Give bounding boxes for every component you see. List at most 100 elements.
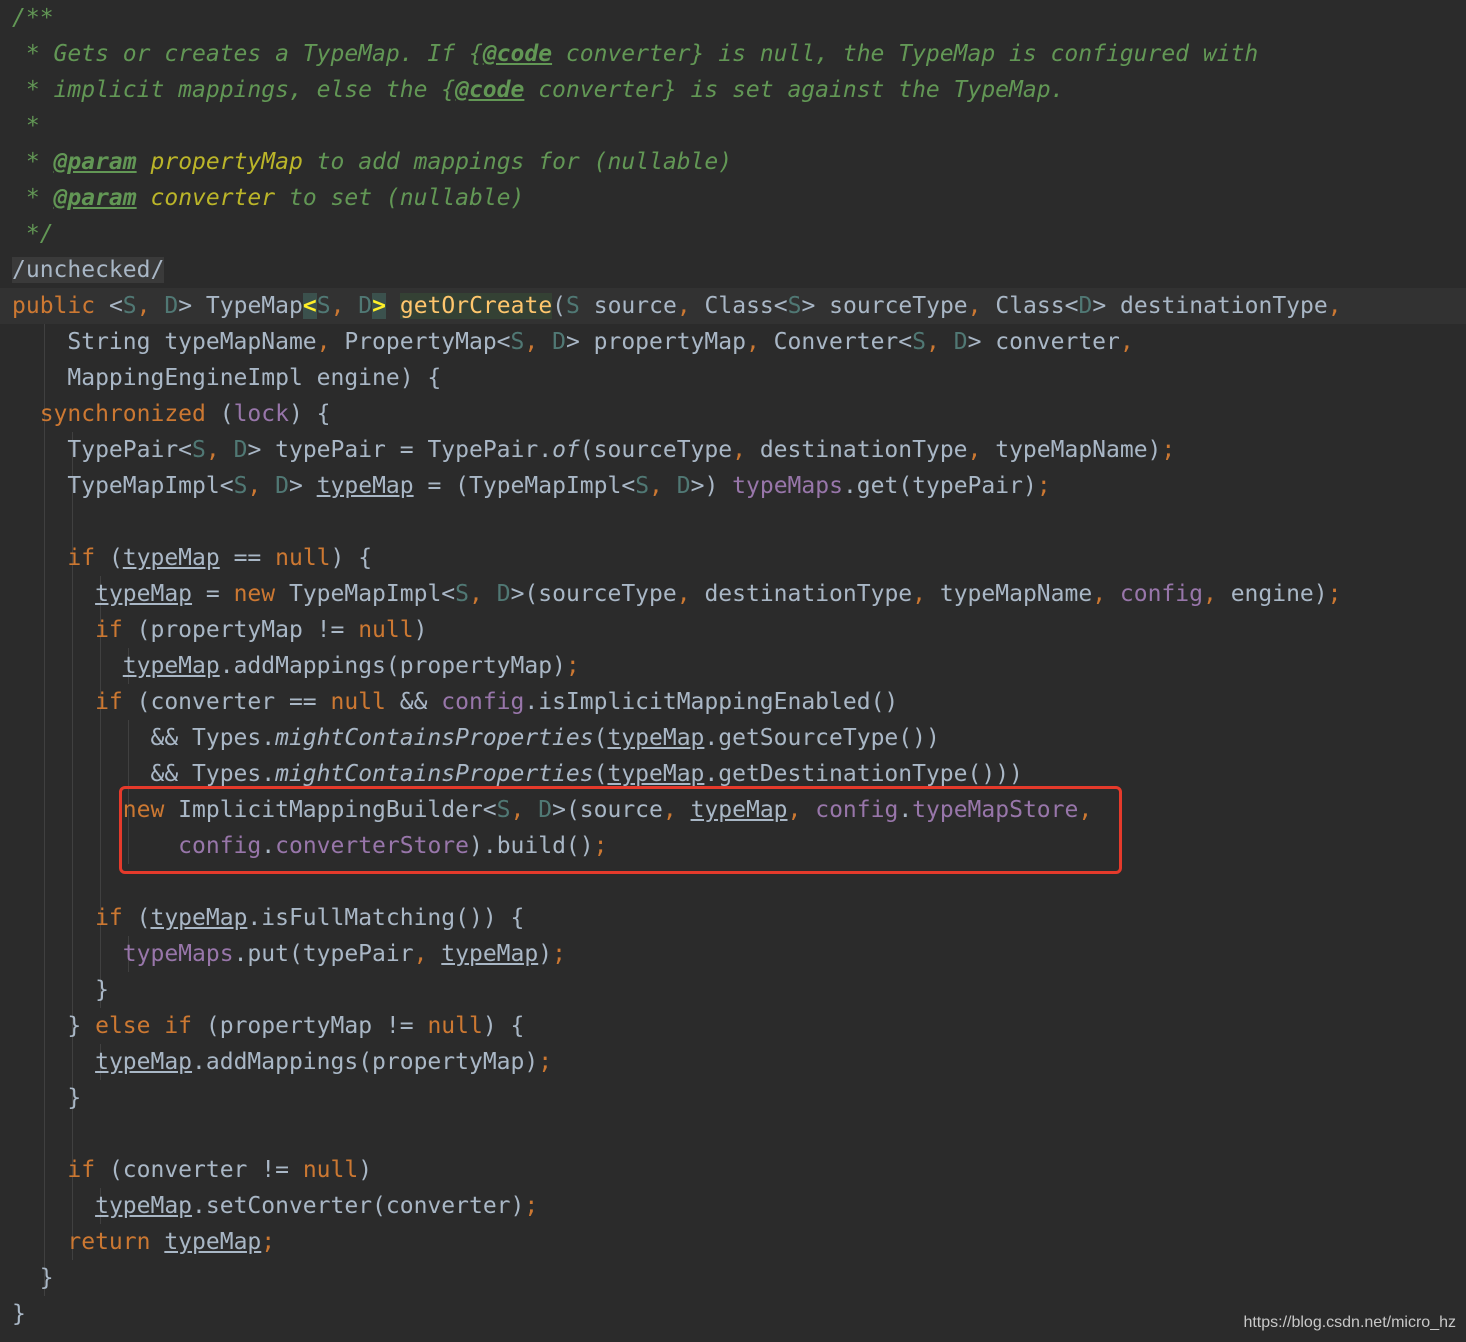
code-token: && Types. [12, 725, 276, 751]
code-line[interactable]: */ [0, 216, 1466, 252]
code-text: * @param propertyMap to add mappings for… [12, 144, 732, 180]
code-line[interactable]: if (propertyMap != null) [0, 612, 1466, 648]
code-line[interactable]: /unchecked/ [0, 252, 1466, 288]
code-text: } [12, 972, 109, 1008]
code-token: public [12, 293, 109, 319]
code-text: TypeMapImpl<S, D> typeMap = (TypeMapImpl… [12, 468, 1051, 504]
code-token: , [1119, 329, 1134, 355]
code-token: ( [108, 545, 123, 571]
code-token: if [12, 905, 137, 931]
code-token: S [122, 293, 137, 319]
code-text: typeMap = new TypeMapImpl<S, D>(sourceTy… [12, 576, 1341, 612]
code-token: D [552, 329, 566, 355]
code-token: .getDestinationType())) [704, 761, 1023, 787]
code-line[interactable]: } else if (propertyMap != null) { [0, 1008, 1466, 1044]
code-line[interactable]: return typeMap; [0, 1224, 1466, 1260]
code-line[interactable]: } [0, 1080, 1466, 1116]
code-token: } [12, 977, 109, 1003]
code-editor[interactable]: /** * Gets or creates a TypeMap. If {@co… [0, 0, 1466, 1342]
code-line[interactable]: } [0, 1260, 1466, 1296]
code-token: > typePair = TypePair. [247, 437, 553, 463]
code-token: converter [150, 185, 276, 211]
code-line[interactable]: /** [0, 0, 1466, 36]
code-line[interactable]: typeMaps.put(typePair, typeMap); [0, 936, 1466, 972]
code-token: lock [233, 401, 289, 427]
code-line[interactable]: config.converterStore).build(); [0, 828, 1466, 864]
code-token: , [247, 473, 276, 499]
code-line[interactable]: typeMap.addMappings(propertyMap); [0, 1044, 1466, 1080]
code-line[interactable]: if (converter != null) [0, 1152, 1466, 1188]
code-token: ).build() [469, 833, 594, 859]
code-token: = [192, 581, 234, 607]
code-token: , [1202, 581, 1231, 607]
code-token: . [898, 797, 913, 823]
code-token: ( [219, 401, 234, 427]
code-line[interactable]: && Types.mightContainsProperties(typeMap… [0, 756, 1466, 792]
code-line[interactable]: typeMap.setConverter(converter); [0, 1188, 1466, 1224]
code-token: typeMap [607, 725, 705, 751]
code-text: /unchecked/ [12, 252, 165, 288]
code-token: && [399, 689, 442, 715]
code-token: < [108, 293, 123, 319]
code-token: >(source [552, 797, 663, 823]
code-line[interactable]: * implicit mappings, else the {@code con… [0, 72, 1466, 108]
code-token: of [552, 437, 580, 463]
code-token: * [12, 149, 54, 175]
code-token: , [676, 581, 705, 607]
indent-guide [44, 864, 45, 900]
code-token: ; [1036, 473, 1051, 499]
code-line[interactable]: String typeMapName, PropertyMap<S, D> pr… [0, 324, 1466, 360]
code-line[interactable]: typeMap.addMappings(propertyMap); [0, 648, 1466, 684]
code-line[interactable]: TypeMapImpl<S, D> typeMap = (TypeMapImpl… [0, 468, 1466, 504]
code-token: > propertyMap [565, 329, 746, 355]
code-token: /** [12, 5, 54, 31]
code-token: D [1078, 293, 1093, 319]
code-token: S [912, 329, 926, 355]
code-token: else if [95, 1013, 206, 1039]
code-token: typeMaps [122, 941, 234, 967]
code-line[interactable]: public <S, D> TypeMap<S, D> getOrCreate(… [0, 288, 1466, 324]
code-line[interactable]: TypePair<S, D> typePair = TypePair.of(so… [0, 432, 1466, 468]
code-line[interactable]: if (typeMap.isFullMatching()) { [0, 900, 1466, 936]
code-line[interactable] [0, 504, 1466, 540]
code-token: return [12, 1229, 165, 1255]
code-token: @code [482, 41, 553, 67]
code-token: (propertyMap != [136, 617, 359, 643]
code-token: config [815, 797, 899, 823]
code-token: @param [53, 185, 137, 211]
code-line[interactable] [0, 864, 1466, 900]
code-token: < [302, 293, 317, 319]
code-token: S [496, 797, 511, 823]
code-token: >) [690, 473, 733, 499]
code-token: } [12, 1085, 82, 1111]
code-token: ) [538, 941, 553, 967]
code-token: D [358, 293, 373, 319]
code-token: * implicit mappings, else the { [12, 77, 456, 103]
code-token: D [164, 293, 179, 319]
code-token: ; [552, 941, 566, 967]
code-line[interactable]: MappingEngineImpl engine) { [0, 360, 1466, 396]
code-line[interactable]: typeMap = new TypeMapImpl<S, D>(sourceTy… [0, 576, 1466, 612]
code-line[interactable]: * [0, 108, 1466, 144]
code-line[interactable]: * Gets or creates a TypeMap. If {@code c… [0, 36, 1466, 72]
code-token: null [275, 545, 331, 571]
code-token: .addMappings(propertyMap) [219, 653, 566, 679]
code-token: typeMapName) [995, 437, 1162, 463]
code-line[interactable]: } [0, 972, 1466, 1008]
code-token: Class< [995, 293, 1079, 319]
code-token: null [427, 1013, 483, 1039]
code-line[interactable]: new ImplicitMappingBuilder<S, D>(source,… [0, 792, 1466, 828]
code-line[interactable]: && Types.mightContainsProperties(typeMap… [0, 720, 1466, 756]
code-text: return typeMap; [12, 1224, 275, 1260]
code-text: && Types.mightContainsProperties(typeMap… [12, 720, 939, 756]
code-line[interactable]: * @param converter to set (nullable) [0, 180, 1466, 216]
code-token: S [566, 293, 580, 319]
code-line[interactable]: synchronized (lock) { [0, 396, 1466, 432]
code-line[interactable]: if (typeMap == null) { [0, 540, 1466, 576]
code-line[interactable]: * @param propertyMap to add mappings for… [0, 144, 1466, 180]
code-line[interactable] [0, 1116, 1466, 1152]
code-token: D [233, 437, 248, 463]
code-line[interactable]: if (converter == null && config.isImplic… [0, 684, 1466, 720]
